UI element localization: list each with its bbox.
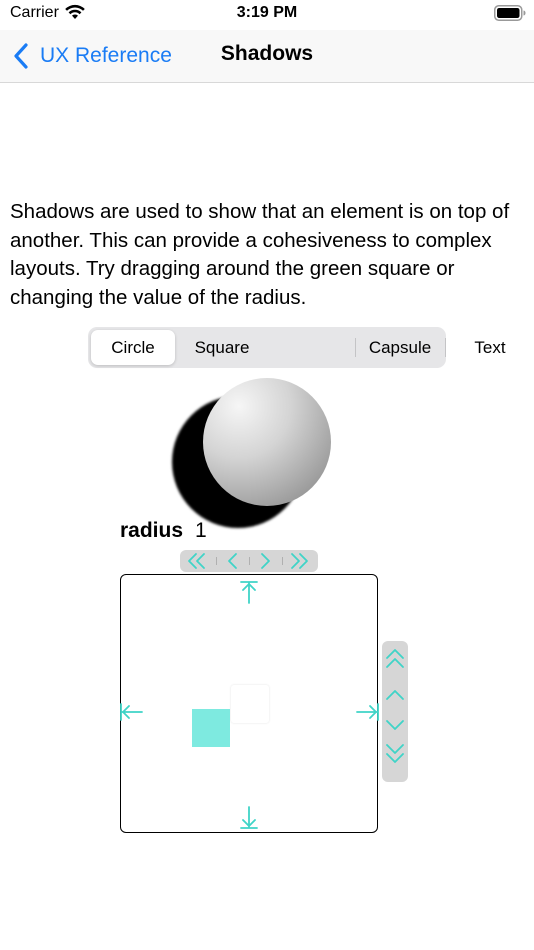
segment-capsule[interactable]: Capsule (356, 330, 444, 365)
double-chevron-right-icon (291, 553, 308, 569)
chevron-up-icon (386, 690, 404, 700)
move-up-button[interactable] (382, 681, 408, 711)
segment-circle[interactable]: Circle (91, 330, 175, 365)
radius-label: radius (120, 519, 184, 542)
move-down-fast-button[interactable] (382, 737, 408, 767)
screen: Carrier 3:19 PM UX Reference Shadows Sha… (0, 0, 534, 950)
stepper-divider (282, 557, 283, 565)
arrow-to-top-icon (236, 579, 262, 605)
description-text: Shadows are used to show that an element… (10, 200, 510, 309)
battery-icon (494, 5, 526, 21)
move-right-button[interactable] (250, 550, 280, 572)
horizontal-stepper (180, 550, 318, 572)
arrow-to-left-icon (118, 699, 144, 725)
chevron-left-icon (228, 553, 237, 569)
drag-area[interactable] (118, 574, 381, 833)
chevron-right-icon (261, 553, 270, 569)
arrow-to-right-icon (355, 699, 381, 725)
segment-text[interactable]: Text (446, 330, 534, 365)
draggable-square[interactable] (192, 709, 230, 747)
chevron-down-icon (386, 720, 404, 730)
move-down-button[interactable] (382, 709, 408, 739)
move-left-button[interactable] (218, 550, 248, 572)
navigation-bar: UX Reference Shadows (0, 30, 534, 83)
move-right-fast-button[interactable] (284, 550, 314, 572)
double-chevron-up-icon (386, 649, 404, 668)
arrow-to-bottom-icon (236, 805, 262, 831)
segment-square[interactable]: Square (178, 330, 266, 365)
status-time: 3:19 PM (236, 4, 298, 21)
vertical-stepper (382, 641, 408, 782)
double-chevron-left-icon (188, 553, 205, 569)
page-title: Shadows (220, 42, 314, 65)
move-up-fast-button[interactable] (382, 645, 408, 675)
shape-segmented-control: Circle Square Capsule Text (88, 327, 506, 368)
status-bar: Carrier 3:19 PM (0, 0, 534, 30)
double-chevron-down-icon (386, 744, 404, 763)
shadow-target-square (231, 685, 269, 723)
circle-shape (203, 378, 331, 506)
radius-value: 1 (195, 519, 207, 542)
stepper-divider (216, 557, 217, 565)
move-left-fast-button[interactable] (182, 550, 212, 572)
